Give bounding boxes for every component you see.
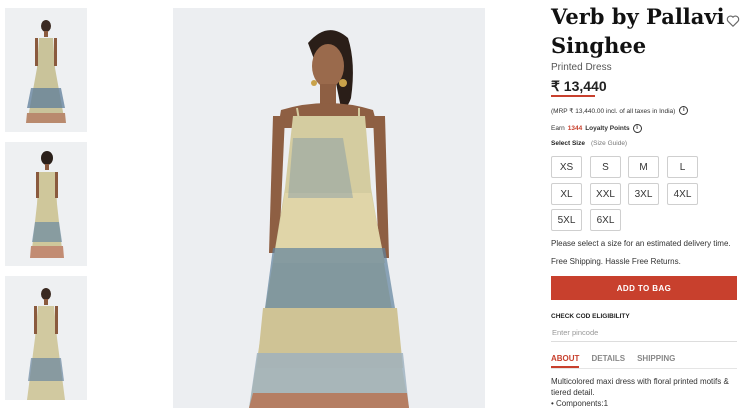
size-guide-link[interactable]: (Size Guide) bbox=[591, 140, 627, 147]
dress-model-side-image bbox=[5, 276, 87, 400]
thumbnail-side[interactable] bbox=[5, 276, 87, 400]
loyalty-suffix: Loyalty Points bbox=[585, 125, 630, 132]
size-option[interactable]: 6XL bbox=[590, 209, 621, 231]
add-to-bag-button[interactable]: ADD TO BAG bbox=[551, 276, 737, 300]
dress-model-back-image bbox=[5, 142, 87, 266]
price-underline bbox=[551, 95, 595, 97]
product-page: Verb by Pallavi Singhee Printed Dress ₹ … bbox=[0, 0, 750, 416]
info-icon[interactable]: i bbox=[679, 106, 689, 115]
mrp-note: (MRP ₹ 13,440.00 incl. of all taxes in I… bbox=[551, 106, 689, 115]
size-option[interactable]: 5XL bbox=[551, 209, 582, 231]
select-size-row: Select Size (Size Guide) bbox=[551, 140, 627, 147]
info-tabs: ABOUT DETAILS SHIPPING bbox=[551, 354, 675, 368]
size-option[interactable]: L bbox=[667, 156, 698, 178]
mrp-text: (MRP ₹ 13,440.00 incl. of all taxes in I… bbox=[551, 107, 676, 115]
shipping-note: Free Shipping. Hassle Free Returns. bbox=[551, 257, 681, 266]
loyalty-points-value: 1344 bbox=[567, 125, 583, 132]
info-icon[interactable]: i bbox=[632, 124, 642, 133]
size-option[interactable]: XL bbox=[551, 183, 582, 205]
thumbnail-front[interactable] bbox=[5, 8, 87, 132]
product-type: Printed Dress bbox=[551, 62, 612, 73]
select-size-label: Select Size bbox=[551, 140, 585, 147]
main-product-image[interactable] bbox=[173, 8, 485, 408]
cod-eligibility-title: CHECK COD ELIGIBILITY bbox=[551, 313, 630, 320]
size-option[interactable]: 3XL bbox=[628, 183, 659, 205]
tab-details[interactable]: DETAILS bbox=[591, 354, 625, 368]
size-option[interactable]: S bbox=[590, 156, 621, 178]
loyalty-prefix: Earn bbox=[551, 125, 565, 132]
product-price: ₹ 13,440 bbox=[551, 78, 607, 94]
pincode-input[interactable] bbox=[551, 324, 737, 342]
product-components: • Components:1 bbox=[551, 399, 609, 408]
dress-model-image bbox=[173, 8, 485, 408]
tab-about[interactable]: ABOUT bbox=[551, 354, 580, 368]
size-option[interactable]: 4XL bbox=[667, 183, 698, 205]
heart-icon[interactable] bbox=[726, 14, 740, 28]
size-option[interactable]: XS bbox=[551, 156, 582, 178]
tab-shipping[interactable]: SHIPPING bbox=[637, 354, 675, 368]
product-description: Multicolored maxi dress with floral prin… bbox=[551, 377, 729, 397]
delivery-note: Please select a size for an estimated de… bbox=[551, 239, 731, 248]
product-brand-title: Verb by Pallavi Singhee bbox=[551, 4, 725, 58]
thumbnail-back[interactable] bbox=[5, 142, 87, 266]
size-option[interactable]: M bbox=[628, 156, 659, 178]
loyalty-points: Earn 1344 Loyalty Points i bbox=[551, 124, 642, 133]
size-option[interactable]: XXL bbox=[590, 183, 621, 205]
dress-model-image bbox=[5, 8, 87, 132]
tabs-divider bbox=[551, 368, 737, 369]
